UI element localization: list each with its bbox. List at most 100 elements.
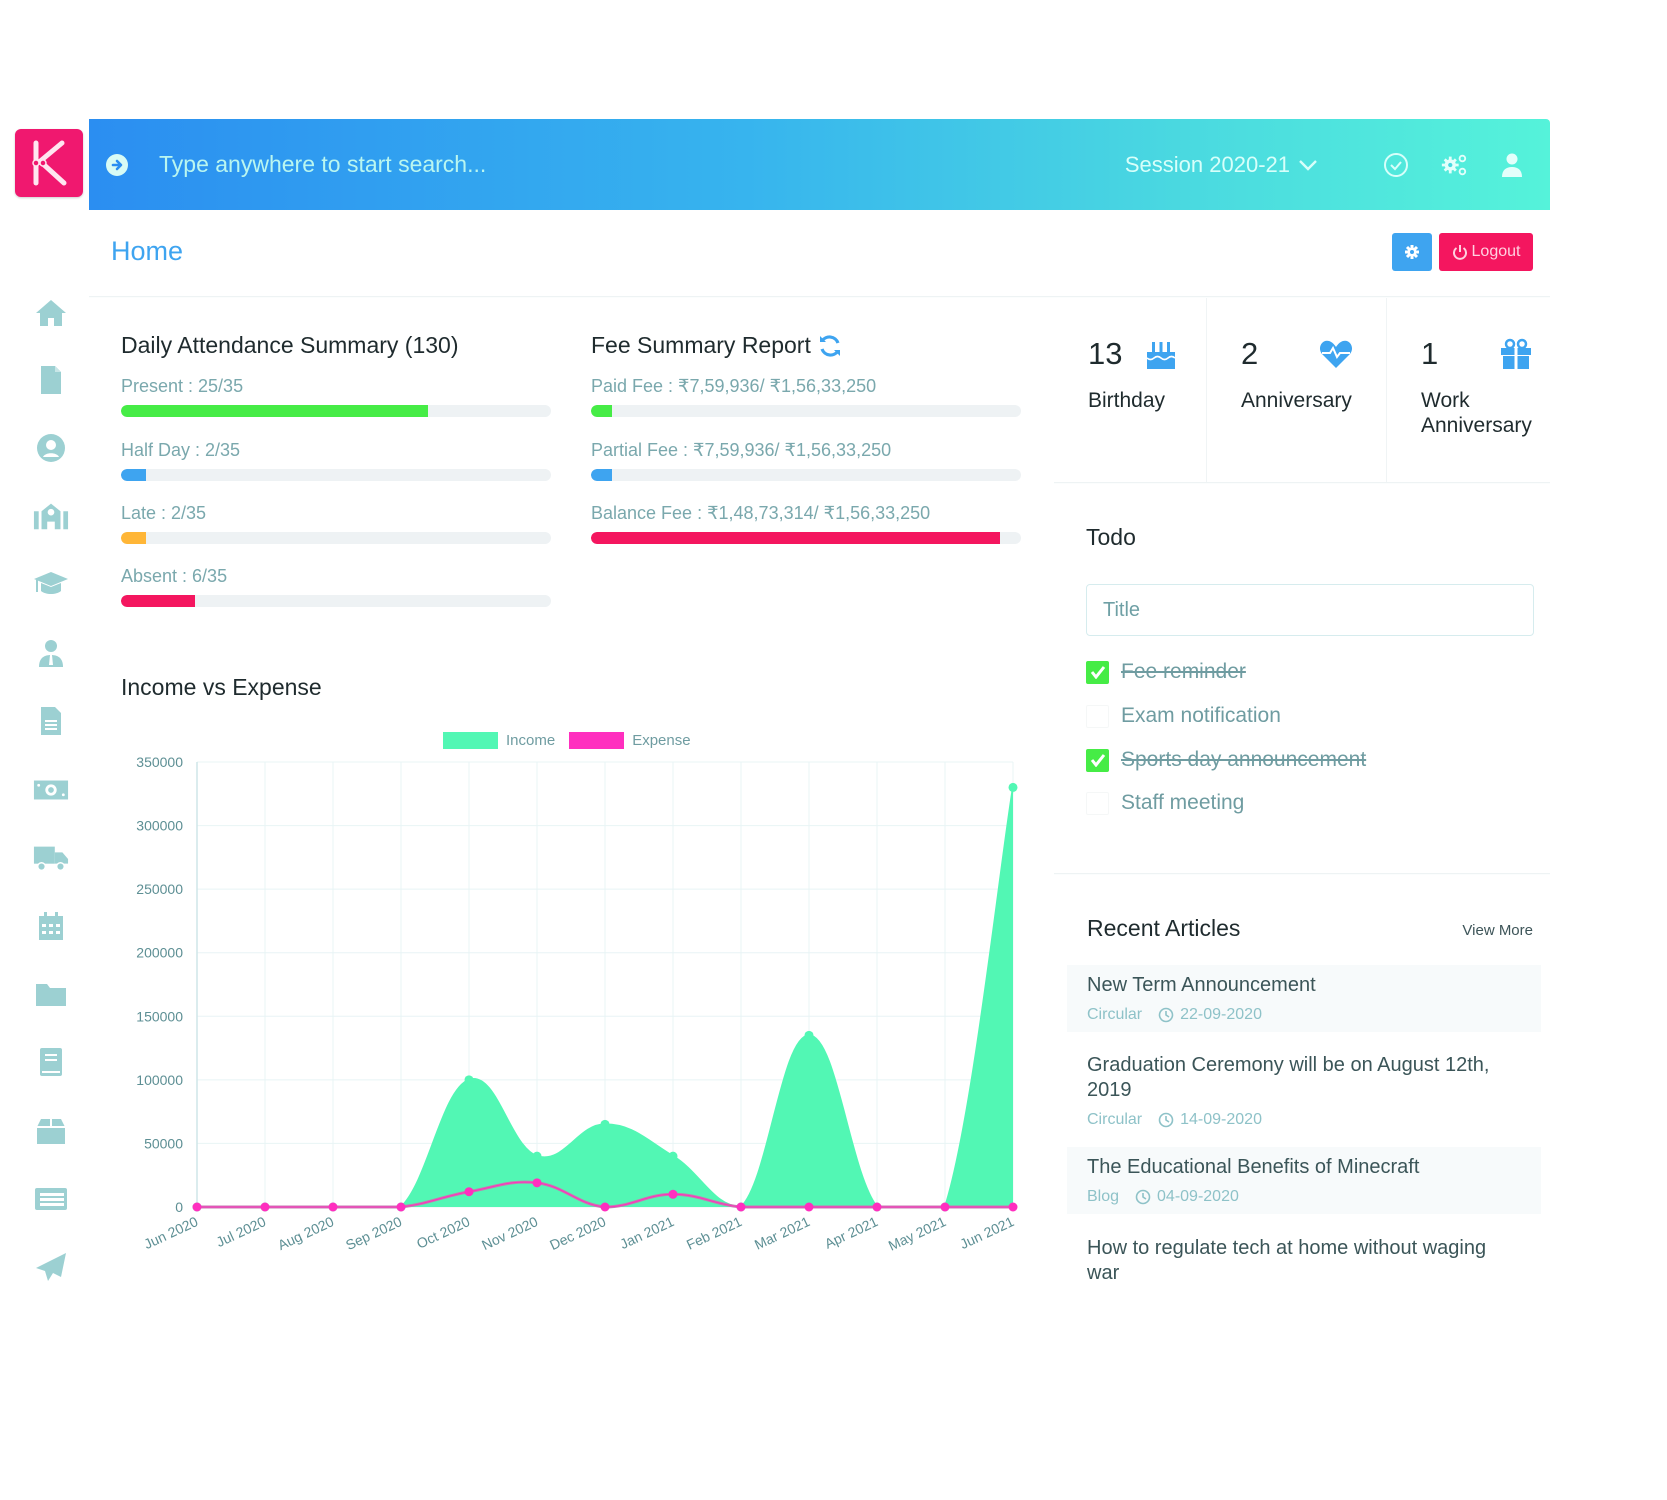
sidebar-item-records[interactable] [33, 1181, 69, 1217]
heartbeat-icon [1319, 340, 1353, 368]
article-meta: Blog 04-09-2020 [1087, 1188, 1521, 1206]
x-tick-label: Oct 2020 [414, 1213, 472, 1252]
attendance-progress-fill [121, 405, 429, 417]
sidebar-item-reports[interactable] [33, 703, 69, 739]
app-logo[interactable] [15, 129, 83, 197]
attendance-progress [121, 595, 551, 607]
fee-summary-title-wrap: Fee Summary Report [591, 332, 843, 359]
sidebar-item-inventory[interactable] [33, 1113, 69, 1149]
session-selector[interactable]: Session 2020-21 [1125, 152, 1318, 178]
sidebar-item-calendar[interactable] [33, 908, 69, 944]
stat-birthday[interactable]: 13 Birthday [1054, 298, 1207, 482]
expense-point [532, 1178, 542, 1188]
x-tick-label: Mar 2021 [752, 1213, 813, 1253]
article-item[interactable]: How to regulate tech at home without wag… [1067, 1228, 1541, 1294]
x-tick-label: Sep 2020 [343, 1213, 404, 1253]
folder-icon [36, 984, 66, 1006]
sidebar-item-messages[interactable] [33, 1249, 69, 1285]
gift-icon [1501, 338, 1531, 369]
todo-item[interactable]: Sports day announcement [1086, 748, 1366, 772]
sidebar-item-transport[interactable] [33, 840, 69, 876]
fee-progress [591, 405, 1021, 417]
attendance-label: Present : 25/35 [121, 376, 244, 396]
x-tick-label: Jun 2021 [957, 1213, 1016, 1252]
x-tick-label: Aug 2020 [275, 1213, 336, 1253]
session-label: Session 2020-21 [1124, 151, 1290, 177]
view-more-link[interactable]: View More [1462, 922, 1533, 939]
todo-text: Fee reminder [1121, 660, 1246, 683]
sidebar-item-home[interactable] [33, 295, 69, 331]
sidebar-item-fees[interactable] [33, 772, 69, 808]
article-item[interactable]: Graduation Ceremony will be on August 12… [1067, 1045, 1541, 1137]
logout-label: Logout [1471, 243, 1521, 260]
attendance-title: Daily Attendance Summary (130) [121, 332, 459, 358]
calendar-icon [39, 912, 63, 940]
sidebar-item-files[interactable] [33, 976, 69, 1012]
todo-text: Sports day announcement [1121, 748, 1367, 771]
expense-point [940, 1202, 950, 1212]
x-tick-label: Nov 2020 [479, 1213, 540, 1253]
todo-item[interactable]: Fee reminder [1086, 660, 1246, 684]
expense-point [736, 1202, 746, 1212]
stat-work-anniversary[interactable]: 1 Work Anniversary [1387, 298, 1550, 482]
user-circle-icon [37, 434, 65, 462]
sidebar-item-library[interactable] [33, 1044, 69, 1080]
attendance-label: Absent : 6/35 [121, 566, 228, 586]
sidebar-item-staff[interactable] [33, 635, 69, 671]
todo-title-input[interactable] [1086, 584, 1534, 636]
top-bar: Session 2020-21 [89, 119, 1550, 210]
sidebar [0, 210, 89, 1295]
main-content: Home Logout Daily Attendance Summary (13… [89, 210, 1550, 1295]
fee-summary-title: Fee Summary Report [591, 332, 811, 358]
page-title: Home [111, 236, 184, 266]
logout-button[interactable]: Logout [1439, 233, 1533, 271]
fee-label: Paid Fee : ₹7,59,936/ ₹1,56,33,250 [591, 376, 877, 396]
stat-count: 1 [1421, 336, 1439, 371]
sidebar-item-documents[interactable] [33, 362, 69, 398]
book-icon [40, 1048, 62, 1076]
file-icon [41, 366, 61, 394]
truck-icon [33, 846, 69, 872]
todo-panel: Todo Fee reminder Exam notification Spor… [1054, 484, 1550, 874]
article-date-wrap: 04-09-2020 [1135, 1188, 1239, 1206]
user-icon[interactable] [1498, 151, 1526, 179]
power-icon [1452, 245, 1467, 260]
arrow-circle-right-icon[interactable] [105, 153, 129, 177]
todo-item[interactable]: Exam notification [1086, 704, 1281, 728]
todo-checkbox[interactable] [1086, 748, 1109, 772]
income-expense-chart: 0 50000 100000 150000 200000 250000 300000 3500… [136, 754, 1018, 1254]
article-title: Graduation Ceremony will be on August 12… [1087, 1054, 1490, 1101]
graduation-cap-icon [34, 572, 68, 594]
expense-point [192, 1202, 202, 1212]
sidebar-item-profile[interactable] [33, 430, 69, 466]
article-meta: Circular 14-09-2020 [1087, 1111, 1521, 1129]
stat-count: 13 [1088, 336, 1123, 371]
fee-progress-fill [591, 405, 612, 417]
cog-icon [1405, 245, 1419, 259]
check-circle-icon[interactable] [1382, 151, 1410, 179]
stat-anniversary[interactable]: 2 Anniversary [1207, 298, 1387, 482]
attendance-progress-fill [121, 595, 195, 607]
income-point [804, 1030, 814, 1040]
y-tick-label: 0 [175, 1199, 183, 1215]
todo-text: Staff meeting [1121, 791, 1245, 814]
global-search-input[interactable] [159, 151, 759, 178]
refresh-icon[interactable] [817, 334, 843, 358]
dashboard-left-panel: Daily Attendance Summary (130) Present :… [89, 298, 1054, 1295]
todo-checkbox[interactable] [1086, 660, 1109, 684]
fee-progress-fill [591, 532, 1001, 544]
settings-button[interactable] [1392, 233, 1432, 271]
sidebar-item-school[interactable] [33, 498, 69, 534]
expense-point [872, 1202, 882, 1212]
todo-checkbox[interactable] [1086, 791, 1109, 815]
fee-label: Partial Fee : ₹7,59,936/ ₹1,56,33,250 [591, 440, 892, 460]
todo-checkbox[interactable] [1086, 704, 1109, 728]
cogs-icon[interactable] [1440, 151, 1468, 179]
sidebar-item-academics[interactable] [33, 566, 69, 602]
article-item[interactable]: The Educational Benefits of Minecraft Bl… [1067, 1147, 1541, 1214]
expense-point [328, 1202, 338, 1212]
x-tick-label: May 2021 [886, 1213, 949, 1254]
y-tick-label: 150000 [136, 1008, 183, 1024]
todo-item[interactable]: Staff meeting [1086, 791, 1244, 815]
article-item[interactable]: New Term Announcement Circular 22-09-202… [1067, 965, 1541, 1032]
